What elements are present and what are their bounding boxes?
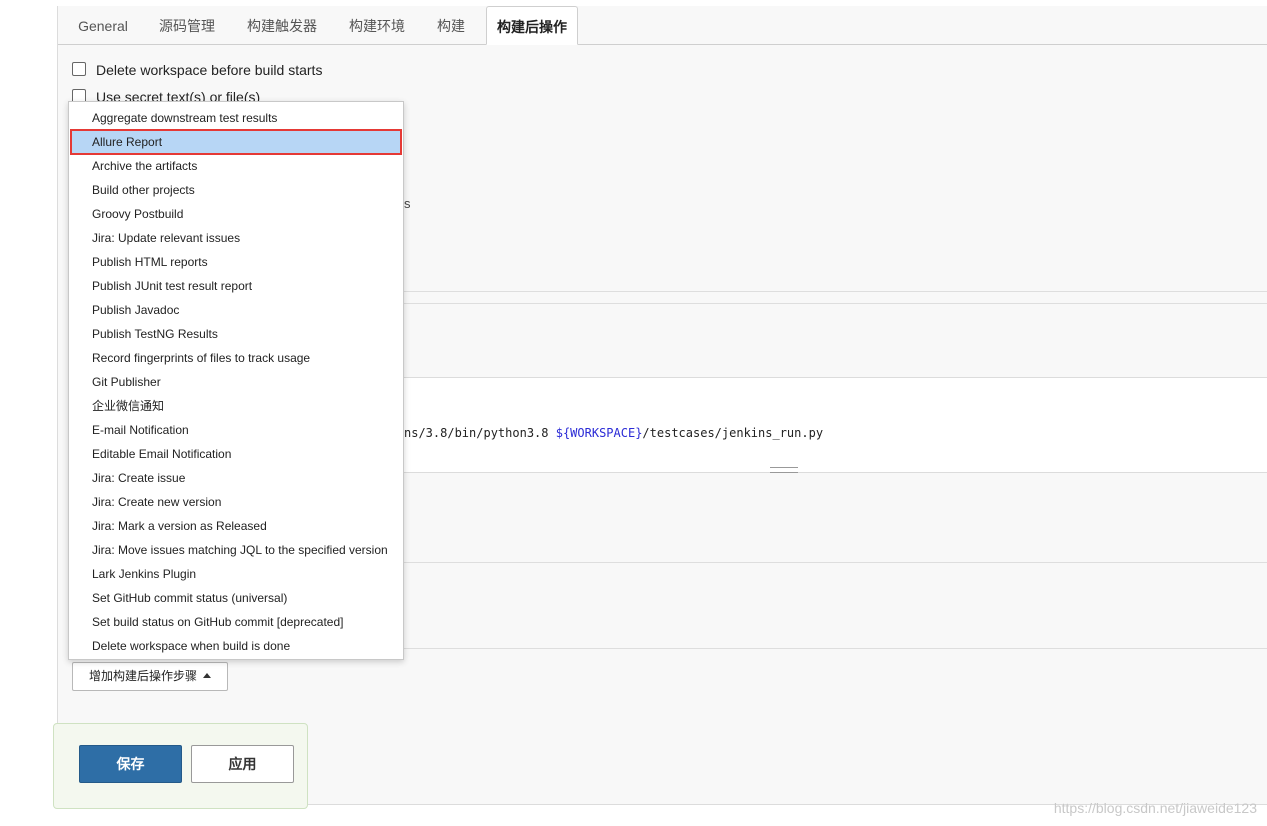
section-divider [404, 303, 1267, 304]
tab-build[interactable]: 构建 [426, 6, 476, 44]
add-post-build-step-button[interactable]: 增加构建后操作步骤 [72, 662, 228, 691]
command-suffix: /testcases/jenkins_run.py [642, 426, 824, 440]
menu-item-allure-report[interactable]: Allure Report [70, 129, 402, 155]
add-step-label: 增加构建后操作步骤 [88, 669, 197, 683]
section-divider [404, 648, 1267, 649]
tab-source-code-management[interactable]: 源码管理 [148, 6, 226, 44]
menu-item[interactable]: Jira: Create issue [71, 466, 401, 490]
command-variable: ${WORKSPACE} [555, 426, 643, 440]
menu-item[interactable]: Build other projects [71, 178, 401, 202]
config-tab-bar: General 源码管理 构建触发器 构建环境 构建 构建后操作 [58, 6, 1267, 45]
command-prefix: ns/3.8/bin/python3.8 [404, 426, 556, 440]
option-delete-workspace-before-build[interactable]: Delete workspace before build starts [72, 62, 322, 78]
section-divider [404, 291, 1267, 292]
menu-item[interactable]: Jira: Mark a version as Released [71, 514, 401, 538]
checkbox[interactable] [72, 62, 86, 76]
menu-item[interactable]: Publish Javadoc [71, 298, 401, 322]
menu-item[interactable]: Lark Jenkins Plugin [71, 562, 401, 586]
tab-build-triggers[interactable]: 构建触发器 [236, 6, 328, 44]
menu-item[interactable]: 企业微信通知 [71, 394, 401, 418]
option-label: Delete workspace before build starts [96, 62, 323, 78]
menu-item[interactable]: Editable Email Notification [71, 442, 401, 466]
save-button[interactable]: 保存 [79, 745, 182, 783]
menu-item[interactable]: Groovy Postbuild [71, 202, 401, 226]
menu-item[interactable]: Publish HTML reports [71, 250, 401, 274]
shell-command-editor[interactable]: ns/3.8/bin/python3.8 ${WORKSPACE}/testca… [404, 377, 1267, 473]
tab-build-environment[interactable]: 构建环境 [338, 6, 416, 44]
caret-up-icon [203, 673, 211, 678]
tab-general[interactable]: General [68, 6, 138, 44]
watermark: https://blog.csdn.net/jiaweide123 [1053, 800, 1257, 816]
menu-item[interactable]: E-mail Notification [71, 418, 401, 442]
command-line: ns/3.8/bin/python3.8 ${WORKSPACE}/testca… [404, 426, 823, 440]
apply-button[interactable]: 应用 [191, 745, 294, 783]
section-divider [404, 562, 1267, 563]
menu-item[interactable]: Delete workspace when build is done [71, 634, 401, 658]
bottom-action-bar: 保存 应用 [53, 723, 308, 809]
menu-item[interactable]: Jira: Update relevant issues [71, 226, 401, 250]
tab-post-build-actions[interactable]: 构建后操作 [486, 6, 578, 45]
menu-item[interactable]: Archive the artifacts [71, 154, 401, 178]
menu-item[interactable]: Publish JUnit test result report [71, 274, 401, 298]
menu-item[interactable]: Jira: Move issues matching JQL to the sp… [71, 538, 401, 562]
menu-item[interactable]: Record fingerprints of files to track us… [71, 346, 401, 370]
hidden-label-fragment: s [404, 196, 411, 211]
post-build-action-menu: Aggregate downstream test results Allure… [68, 101, 404, 660]
menu-item[interactable]: Jira: Create new version [71, 490, 401, 514]
menu-item[interactable]: Publish TestNG Results [71, 322, 401, 346]
menu-item[interactable]: Git Publisher [71, 370, 401, 394]
menu-item[interactable]: Aggregate downstream test results [71, 106, 401, 130]
menu-item[interactable]: Set build status on GitHub commit [depre… [71, 610, 401, 634]
menu-item[interactable]: Set GitHub commit status (universal) [71, 586, 401, 610]
resize-grip-icon[interactable] [770, 467, 798, 473]
